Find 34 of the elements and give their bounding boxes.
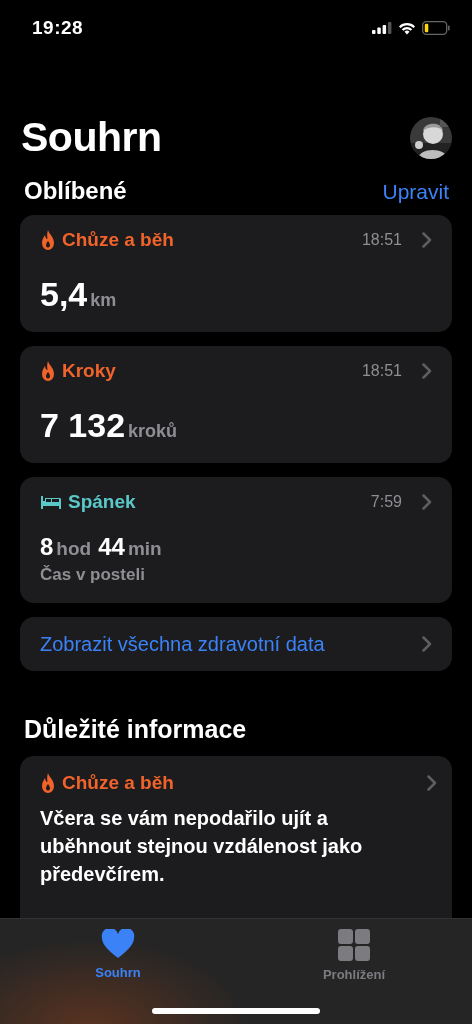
metric-value: 8 (40, 533, 54, 561)
tab-item[interactable]: Prohlížení (236, 925, 472, 987)
card-time: 18:51 (361, 362, 402, 380)
card-time: 18:51 (361, 231, 402, 249)
grid-icon (338, 929, 370, 961)
signal-icon (372, 22, 392, 34)
card-title: Chůze a běh (62, 229, 174, 251)
metric-value: 44 (98, 533, 125, 561)
section-title: Důležité informace (24, 715, 247, 744)
info-text: Včera se vám nepodařilo ujít a uběhnout stejnou vzdálenost jako předevčírem. (40, 806, 364, 887)
battery-icon (422, 21, 450, 35)
clock: 19:28 (32, 17, 84, 39)
edit-link[interactable]: Upravit (382, 180, 449, 204)
card-note: Čas v posteli (40, 565, 146, 585)
chevron-icon (422, 494, 432, 510)
chevron-icon (422, 232, 432, 248)
section-title: Oblíbené (24, 177, 127, 205)
page-title: Souhrn (21, 114, 162, 161)
chevron-icon (422, 636, 432, 652)
card-title: Kroky (62, 360, 116, 382)
card-title: Spánek (68, 491, 136, 513)
metric-value: 7 132 (40, 406, 126, 445)
card-title: Chůze a běh (62, 772, 174, 794)
metric-unit: hod (56, 538, 92, 560)
chevron-icon (422, 363, 432, 379)
metric-value: 5,4 (40, 275, 88, 314)
card-time: 7:59 (370, 493, 402, 511)
wifi-icon (398, 21, 416, 35)
tab-item[interactable]: Souhrn (0, 925, 236, 987)
heart-icon (101, 929, 135, 959)
metric-unit: min (127, 538, 162, 560)
metric-unit: kroků (128, 421, 178, 442)
metric-unit: km (90, 290, 117, 311)
chevron-icon (427, 775, 437, 791)
